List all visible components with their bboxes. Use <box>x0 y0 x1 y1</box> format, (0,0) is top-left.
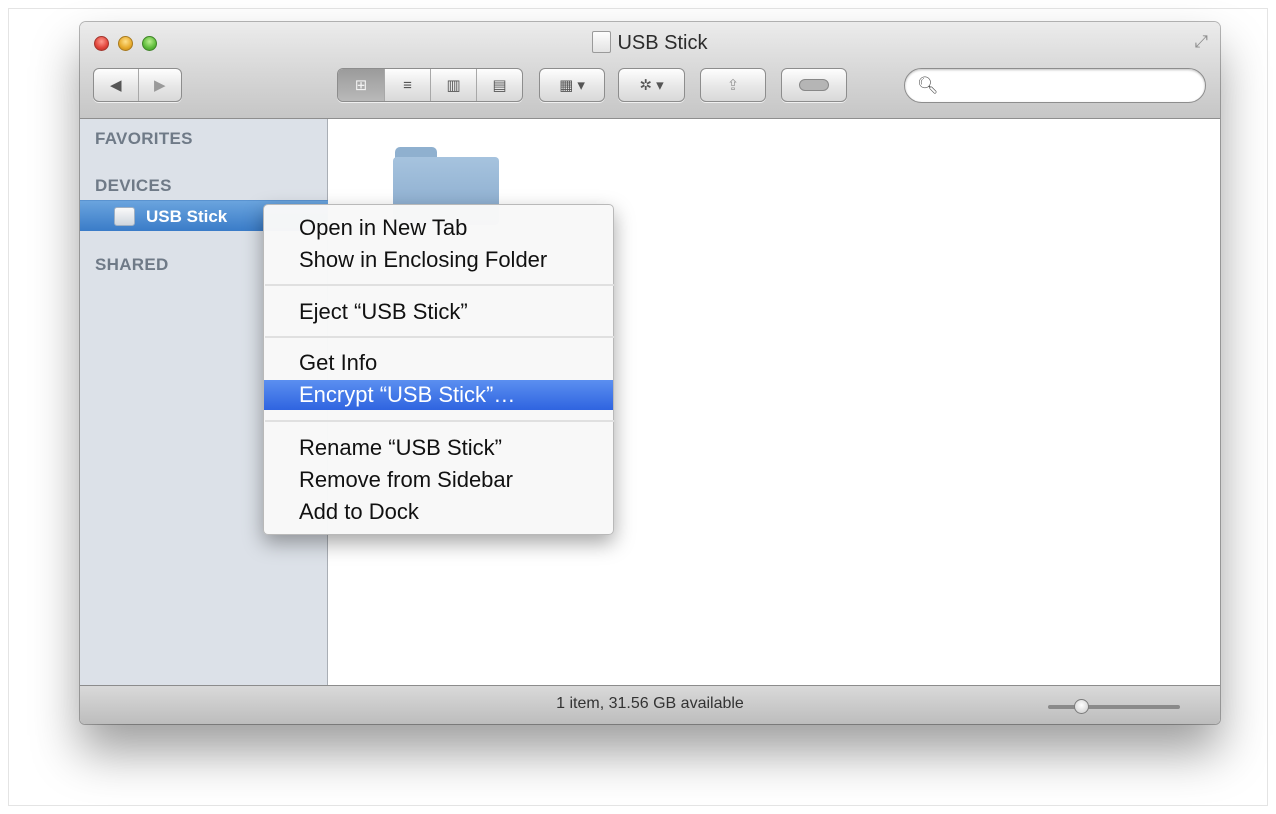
search-field[interactable]: 🔍︎ <box>904 68 1206 103</box>
menu-item-show-in-enclosing-folder[interactable]: Show in Enclosing Folder <box>264 245 613 275</box>
search-input[interactable] <box>941 75 1191 97</box>
icon-size-slider-knob[interactable] <box>1074 699 1089 714</box>
search-icon: 🔍︎ <box>917 76 939 95</box>
gear-icon: ✲ ▾ <box>639 77 664 94</box>
back-button[interactable]: ◀ <box>94 69 138 101</box>
cover-flow-view-button[interactable]: ▤ <box>476 69 522 101</box>
back-forward-control: ◀ ▶ <box>93 68 182 102</box>
status-text: 1 item, 31.56 GB available <box>556 695 744 712</box>
view-mode-control: ⊞ ≡ ▥ ▤ <box>337 68 523 102</box>
menu-item-get-info[interactable]: Get Info <box>264 348 613 378</box>
icon-view-button[interactable]: ⊞ <box>338 69 384 101</box>
menu-item-encrypt[interactable]: Encrypt “USB Stick”… <box>264 380 613 410</box>
status-bar: 1 item, 31.56 GB available <box>80 685 1220 724</box>
finder-window: USB Stick ⤢ ◀ ▶ ⊞ ≡ ▥ ▤ ▦ ▾ ✲ ▾ ⇪ 🔍︎ FAV… <box>80 22 1220 724</box>
menu-item-remove-from-sidebar[interactable]: Remove from Sidebar <box>264 465 613 495</box>
menu-item-eject[interactable]: Eject “USB Stick” <box>264 297 613 327</box>
share-icon: ⇪ <box>726 77 740 94</box>
fullscreen-icon[interactable]: ⤢ <box>1194 32 1208 52</box>
chevron-left-icon: ◀ <box>109 77 122 94</box>
tags-button[interactable] <box>781 68 847 102</box>
sidebar-item-label: USB Stick <box>146 207 228 226</box>
forward-button[interactable]: ▶ <box>137 69 182 101</box>
menu-separator <box>265 284 614 286</box>
menu-item-rename[interactable]: Rename “USB Stick” <box>264 433 613 463</box>
sidebar-section-shared[interactable]: SHARED <box>95 255 169 275</box>
sidebar-section-favorites[interactable]: FAVORITES <box>95 129 193 149</box>
arrange-button[interactable]: ▦ ▾ <box>539 68 605 102</box>
cover-flow-icon: ▤ <box>492 77 507 94</box>
menu-separator <box>265 336 614 338</box>
share-button[interactable]: ⇪ <box>700 68 766 102</box>
chevron-right-icon: ▶ <box>153 77 166 94</box>
column-view-button[interactable]: ▥ <box>430 69 476 101</box>
action-button[interactable]: ✲ ▾ <box>618 68 685 102</box>
tag-toggle-icon <box>799 79 829 91</box>
titlebar: USB Stick ⤢ ◀ ▶ ⊞ ≡ ▥ ▤ ▦ ▾ ✲ ▾ ⇪ 🔍︎ <box>80 22 1220 119</box>
menu-item-add-to-dock[interactable]: Add to Dock <box>264 497 613 527</box>
window-title-text: USB Stick <box>617 32 708 54</box>
drive-proxy-icon[interactable] <box>592 31 612 53</box>
column-view-icon: ▥ <box>446 77 461 94</box>
list-view-button[interactable]: ≡ <box>384 69 430 101</box>
icon-view-icon: ⊞ <box>354 77 368 94</box>
usb-drive-icon <box>114 207 135 226</box>
menu-separator <box>265 420 614 422</box>
icon-size-slider[interactable] <box>1048 705 1180 709</box>
list-view-icon: ≡ <box>403 76 412 94</box>
context-menu: Open in New Tab Show in Enclosing Folder… <box>263 204 614 535</box>
sidebar-section-devices[interactable]: DEVICES <box>95 176 172 196</box>
menu-item-open-in-new-tab[interactable]: Open in New Tab <box>264 213 613 243</box>
arrange-grid-icon: ▦ ▾ <box>559 77 585 94</box>
window-title: USB Stick <box>80 31 1220 55</box>
